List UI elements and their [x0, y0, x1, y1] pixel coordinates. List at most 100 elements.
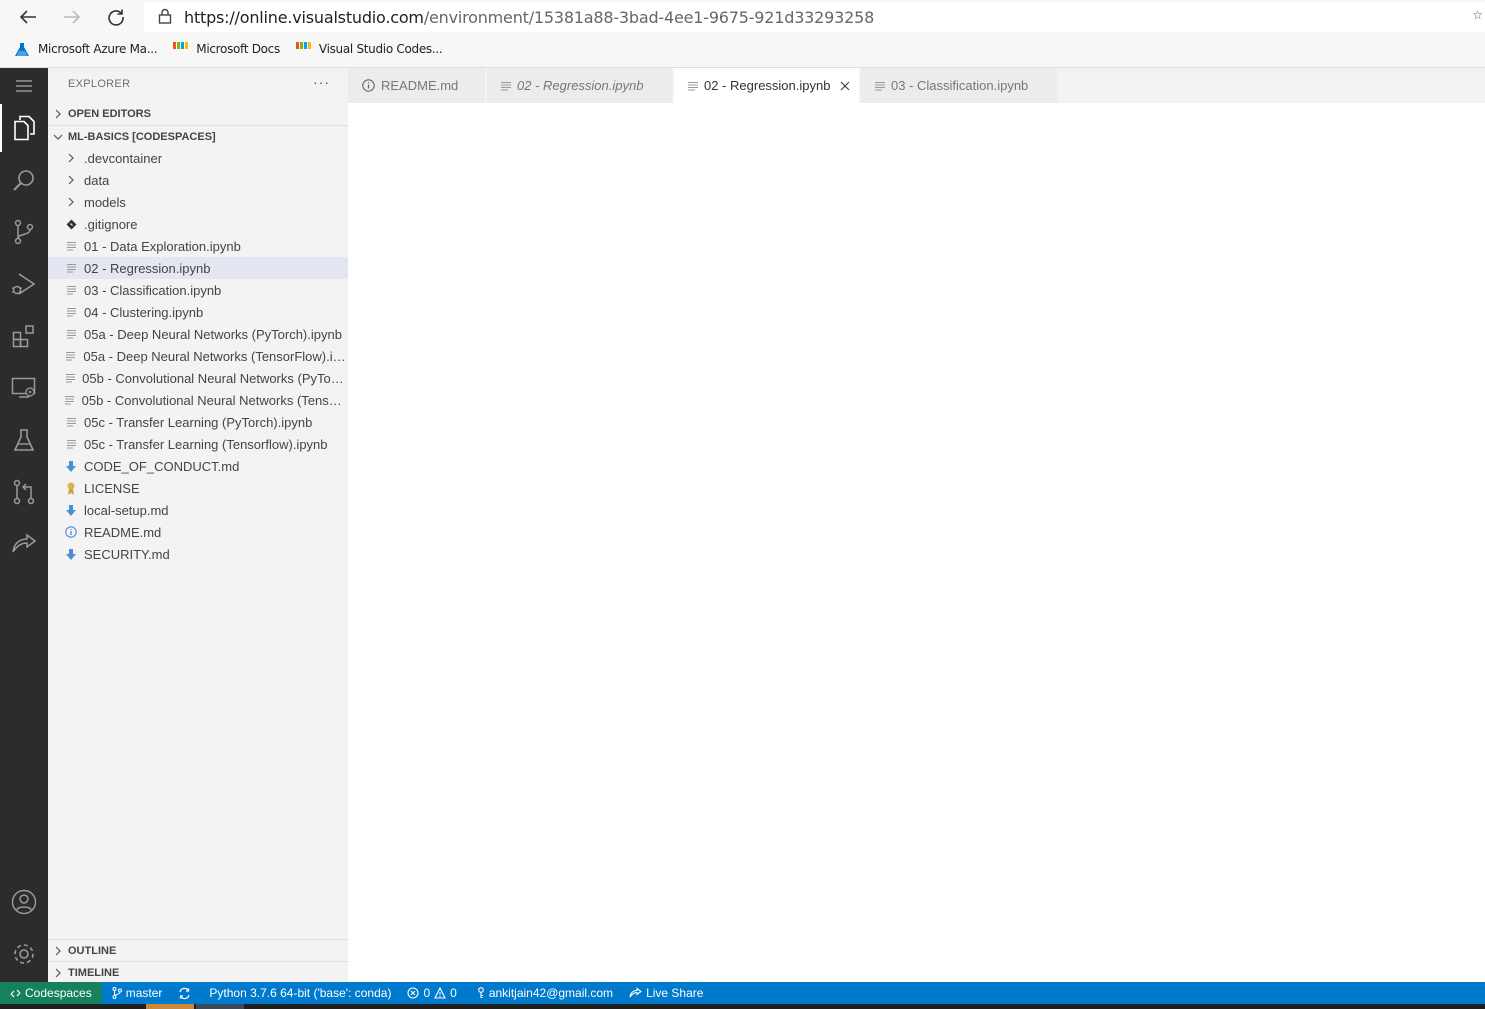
activity-accounts[interactable]	[0, 878, 48, 926]
activity-pull-requests[interactable]	[0, 468, 48, 516]
editor-area[interactable]	[348, 103, 1485, 982]
activity-live-share[interactable]	[0, 520, 48, 568]
activity-manage[interactable]	[0, 930, 48, 978]
tree-file[interactable]: 04 - Clustering.ipynb	[48, 301, 348, 323]
activity-testing[interactable]	[0, 416, 48, 464]
tree-file[interactable]: CODE_OF_CONDUCT.md	[48, 455, 348, 477]
tree-item-label: 05a - Deep Neural Networks (TensorFlow).…	[83, 348, 348, 364]
remote-label: Codespaces	[25, 986, 92, 1000]
favorite-star-icon[interactable]: ☆	[1472, 8, 1483, 22]
section-workspace[interactable]: ML-BASICS [CODESPACES]	[48, 126, 348, 148]
tree-file[interactable]: 05a - Deep Neural Networks (PyTorch).ipy…	[48, 323, 348, 345]
tree-file[interactable]: .gitignore	[48, 213, 348, 235]
tree-file[interactable]: local-setup.md	[48, 499, 348, 521]
forward-button[interactable]	[58, 4, 86, 30]
markdown-icon	[64, 548, 78, 560]
tab-label: README.md	[381, 78, 459, 93]
branch-label: master	[125, 986, 163, 1000]
browser-toolbar: https://online.visualstudio.com/environm…	[0, 0, 1485, 68]
section-label: OUTLINE	[68, 945, 117, 957]
taskbar-strip	[0, 1004, 1485, 1009]
tree-file[interactable]: SECURITY.md	[48, 543, 348, 565]
arrow-left-icon	[19, 10, 36, 24]
tree-item-label: README.md	[84, 524, 162, 540]
remote-explorer-icon	[11, 377, 36, 398]
tree-file[interactable]: LICENSE	[48, 477, 348, 499]
tree-file[interactable]: 05c - Transfer Learning (Tensorflow).ipy…	[48, 433, 348, 455]
remote-indicator[interactable]: Codespaces	[0, 982, 102, 1004]
tree-item-label: 05a - Deep Neural Networks (PyTorch).ipy…	[84, 326, 342, 342]
back-button[interactable]	[14, 4, 42, 30]
section-label: TIMELINE	[68, 967, 120, 979]
section-open-editors[interactable]: OPEN EDITORS	[48, 103, 348, 125]
notebook-icon	[875, 81, 885, 91]
close-icon[interactable]	[840, 81, 850, 91]
menu-button[interactable]	[0, 68, 48, 104]
run-debug-icon	[12, 273, 36, 295]
warning-count: 0	[450, 986, 457, 1000]
activity-remote-explorer[interactable]	[0, 364, 48, 412]
notebook-icon	[64, 351, 77, 361]
sidebar-title: EXPLORER	[68, 78, 131, 90]
microsoft-logo-icon	[295, 41, 311, 57]
activity-explorer[interactable]	[0, 104, 48, 152]
tree-item-label: local-setup.md	[84, 502, 169, 518]
tree-file[interactable]: 03 - Classification.ipynb	[48, 279, 348, 301]
tree-item-label: 04 - Clustering.ipynb	[84, 304, 204, 320]
python-interpreter[interactable]: Python 3.7.6 64-bit ('base': conda)	[209, 986, 391, 1000]
branch-indicator[interactable]: master	[112, 986, 163, 1000]
git-branch-icon	[112, 987, 122, 999]
tree-folder[interactable]: .devcontainer	[48, 147, 348, 169]
tree-item-label: models	[84, 194, 126, 210]
editor-tabs: README.md 02 - Regression.ipynb 02 - Reg…	[348, 68, 1485, 103]
account-icon	[11, 889, 37, 915]
tree-item-label: .devcontainer	[84, 150, 163, 166]
bookmark-microsoft-docs[interactable]: Microsoft Docs	[173, 41, 280, 57]
tree-item-label: 01 - Data Exploration.ipynb	[84, 238, 241, 254]
account-label: ankitjain42@gmail.com	[488, 986, 614, 1000]
tree-file[interactable]: 01 - Data Exploration.ipynb	[48, 235, 348, 257]
markdown-icon	[64, 460, 78, 472]
sync-icon	[178, 987, 191, 1000]
tree-folder[interactable]: data	[48, 169, 348, 191]
section-outline[interactable]: OUTLINE	[48, 940, 348, 962]
sync-button[interactable]	[178, 987, 195, 1000]
extensions-icon	[12, 325, 34, 348]
bookmark-azure-ml[interactable]: Microsoft Azure Ma...	[14, 42, 158, 57]
activity-search[interactable]	[0, 156, 48, 204]
activity-extensions[interactable]	[0, 312, 48, 360]
tree-file[interactable]: 05a - Deep Neural Networks (TensorFlow).…	[48, 345, 348, 367]
tree-file[interactable]: 05b - Convolutional Neural Networks (Ten…	[48, 389, 348, 411]
problems-indicator[interactable]: 0 0	[407, 986, 457, 1000]
tree-item-label: 05c - Transfer Learning (PyTorch).ipynb	[84, 414, 313, 430]
tab-regression[interactable]: 02 - Regression.ipynb	[674, 68, 860, 103]
activity-source-control[interactable]	[0, 208, 48, 256]
reload-button[interactable]	[102, 4, 130, 30]
section-timeline[interactable]: TIMELINE	[48, 962, 348, 984]
address-bar[interactable]: https://online.visualstudio.com/environm…	[144, 2, 1485, 32]
info-icon	[362, 79, 375, 92]
bookmark-label: Microsoft Docs	[196, 42, 280, 56]
tree-folder[interactable]: models	[48, 191, 348, 213]
tree-file[interactable]: 02 - Regression.ipynb	[48, 257, 348, 279]
notebook-icon	[688, 81, 698, 91]
notebook-icon	[64, 263, 78, 273]
browser-nav-row: https://online.visualstudio.com/environm…	[0, 0, 1485, 34]
tree-item-label: .gitignore	[84, 216, 138, 232]
tab-readme[interactable]: README.md	[348, 68, 486, 103]
live-share-status[interactable]: Live Share	[629, 986, 703, 1000]
info-icon	[64, 526, 78, 538]
account-indicator[interactable]: ankitjain42@gmail.com	[477, 986, 613, 1000]
tree-file[interactable]: 05b - Convolutional Neural Networks (PyT…	[48, 367, 348, 389]
lock-icon	[158, 8, 172, 27]
tab-regression-preview[interactable]: 02 - Regression.ipynb	[487, 68, 673, 103]
activity-bar	[0, 68, 48, 982]
tree-file[interactable]: README.md	[48, 521, 348, 543]
bookmark-visual-studio-codespaces[interactable]: Visual Studio Codes...	[295, 41, 443, 57]
tree-item-label: 05b - Convolutional Neural Networks (PyT…	[82, 370, 348, 386]
tab-classification[interactable]: 03 - Classification.ipynb	[861, 68, 1058, 103]
tree-file[interactable]: 05c - Transfer Learning (PyTorch).ipynb	[48, 411, 348, 433]
activity-run-debug[interactable]	[0, 260, 48, 308]
notebook-icon	[64, 417, 78, 427]
more-actions-button[interactable]: ···	[313, 74, 330, 90]
